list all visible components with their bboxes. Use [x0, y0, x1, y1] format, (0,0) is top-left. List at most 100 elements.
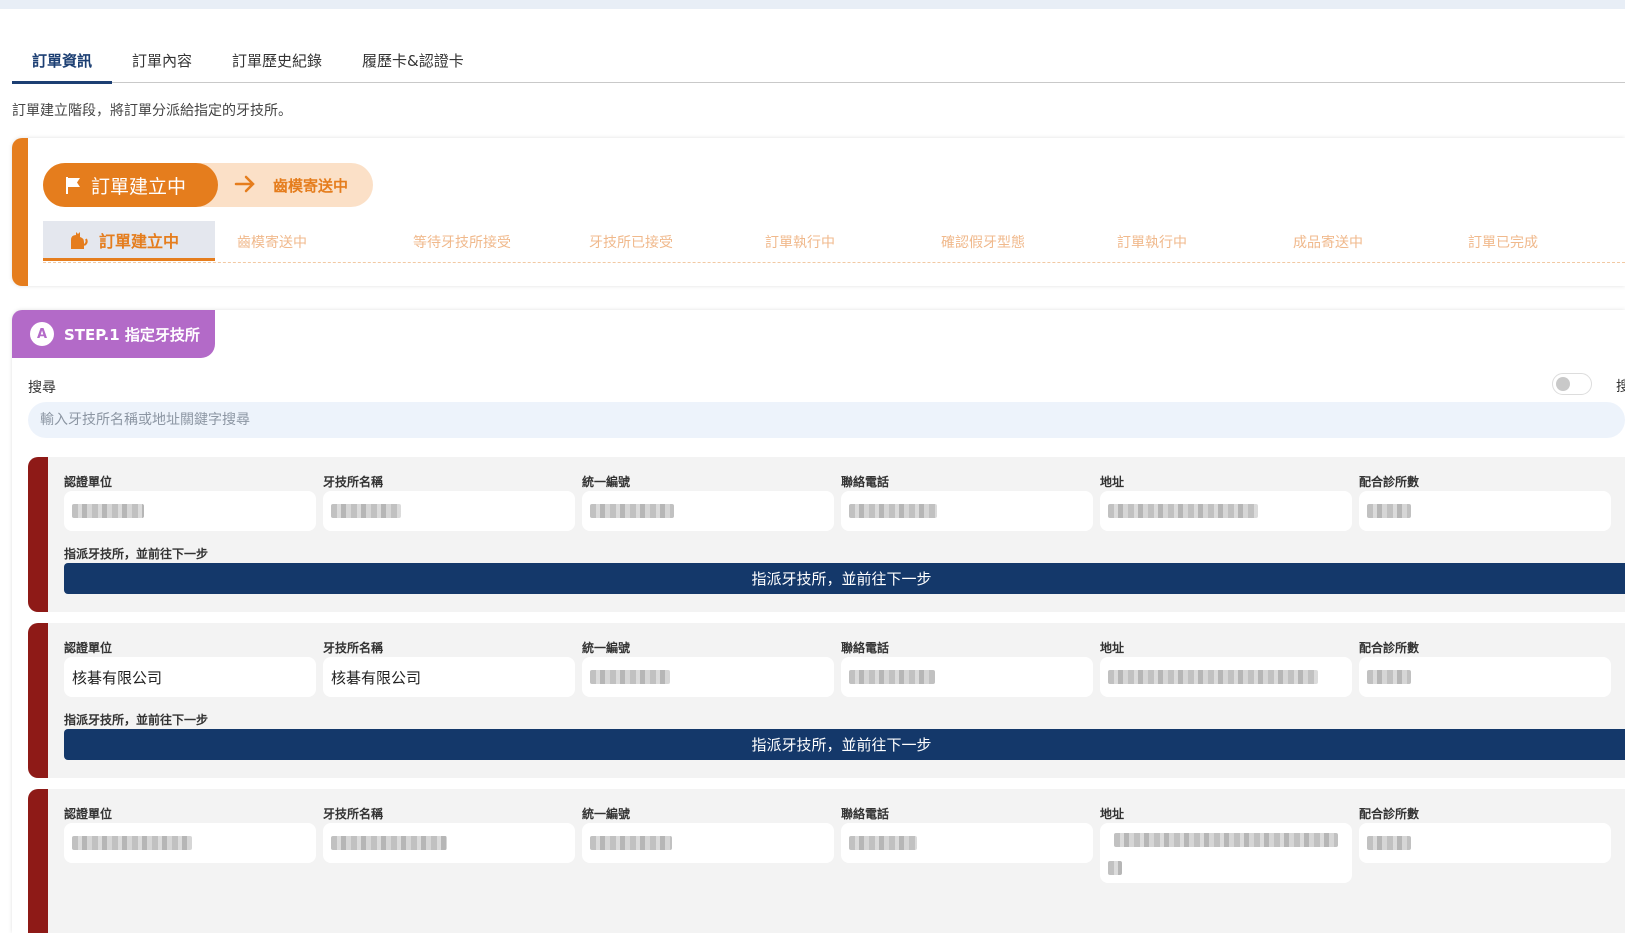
- field-label: 配合診所數: [1359, 475, 1420, 489]
- step-item: 牙技所已接受: [589, 235, 673, 251]
- lab-accent-bar: [28, 623, 48, 778]
- redacted-text: [1108, 670, 1318, 684]
- field-value: [1100, 823, 1352, 883]
- search-input[interactable]: [28, 402, 1625, 438]
- tax-id-field: 統一編號: [582, 473, 834, 531]
- flag-icon: [66, 177, 80, 194]
- step-item-active: 訂單建立中: [43, 221, 215, 261]
- assign-lab-button[interactable]: 指派牙技所，並前往下一步: [64, 563, 1625, 594]
- field-label: 認證單位: [64, 807, 113, 821]
- redacted-text: [331, 836, 447, 850]
- field-value: 核碁有限公司: [323, 657, 575, 697]
- tax-id-field: 統一編號: [582, 639, 834, 697]
- field-value: [582, 491, 834, 531]
- redacted-text: [590, 504, 674, 518]
- clinic-count-field: 配合診所數: [1359, 639, 1611, 697]
- search-label: 搜尋: [28, 380, 56, 396]
- tax-id-field: 統一編號: [582, 805, 834, 863]
- redacted-text: [1367, 670, 1411, 684]
- assign-lab-button[interactable]: 指派牙技所，並前往下一步: [64, 729, 1625, 760]
- field-label: 地址: [1100, 475, 1125, 489]
- tab-order-info[interactable]: 訂單資訊: [12, 38, 113, 84]
- current-status-label: 訂單建立中: [91, 175, 187, 198]
- assign-label: 指派牙技所，並前往下一步: [64, 547, 209, 561]
- redacted-text: [331, 504, 401, 518]
- lab-accent-bar: [28, 457, 48, 612]
- lab-card: 認證單位 牙技所名稱 統一編號 聯絡電話 地址 配合診所數 指派牙技所，並前往下…: [28, 457, 1625, 612]
- step1-badge: A STEP.1 指定牙技所: [12, 310, 215, 358]
- toggle-knob: [1556, 377, 1570, 391]
- address-field: 地址: [1100, 805, 1352, 883]
- field-label: 統一編號: [582, 641, 631, 655]
- field-value: [582, 657, 834, 697]
- redacted-text: [590, 670, 670, 684]
- field-label: 聯絡電話: [841, 641, 890, 655]
- lab-accent-bar: [28, 789, 48, 933]
- field-value: [841, 491, 1093, 531]
- redacted-text: [1108, 504, 1258, 518]
- phone-field: 聯絡電話: [841, 639, 1093, 697]
- redacted-text: [72, 504, 144, 518]
- step-label: 訂單建立中: [99, 231, 180, 251]
- field-label: 地址: [1100, 807, 1125, 821]
- tab-order-content[interactable]: 訂單內容: [112, 38, 212, 82]
- field-value: [1359, 823, 1611, 863]
- tab-record-cards[interactable]: 履歷卡&認證卡: [342, 38, 484, 82]
- step-item: 成品寄送中: [1293, 235, 1363, 251]
- field-value: [64, 823, 316, 863]
- stage-description: 訂單建立階段，將訂單分派給指定的牙技所。: [12, 103, 292, 119]
- field-value: [1359, 657, 1611, 697]
- field-value: [841, 823, 1093, 863]
- clinic-count-field: 配合診所數: [1359, 473, 1611, 531]
- step-item: 確認假牙型態: [941, 235, 1025, 251]
- lab-name-field: 牙技所名稱 核碁有限公司: [323, 639, 575, 697]
- cert-unit-field: 認證單位: [64, 473, 316, 531]
- assign-label: 指派牙技所，並前往下一步: [64, 713, 209, 727]
- step-item: 訂單執行中: [765, 235, 835, 251]
- top-bar: [0, 0, 1625, 9]
- toggle-label: 搜: [1616, 379, 1625, 395]
- address-field: 地址: [1100, 639, 1352, 697]
- status-accent-bar: [12, 138, 28, 286]
- field-label: 統一編號: [582, 475, 631, 489]
- step-item: 齒模寄送中: [237, 235, 307, 251]
- field-value: [64, 491, 316, 531]
- clinic-count-field: 配合診所數: [1359, 805, 1611, 863]
- order-tabs: 訂單資訊 訂單內容 訂單歷史紀錄 履歷卡&認證卡: [12, 38, 1625, 84]
- cert-unit-field: 認證單位 核碁有限公司: [64, 639, 316, 697]
- redacted-text: [849, 836, 917, 850]
- field-value: [323, 491, 575, 531]
- field-label: 配合診所數: [1359, 641, 1420, 655]
- search-toggle[interactable]: [1552, 373, 1592, 395]
- lab-name-field: 牙技所名稱: [323, 473, 575, 531]
- field-label: 牙技所名稱: [323, 807, 384, 821]
- field-value: [1100, 657, 1352, 697]
- field-label: 牙技所名稱: [323, 641, 384, 655]
- field-value: [323, 823, 575, 863]
- cat-icon: [71, 231, 88, 249]
- arrow-right-icon: [234, 175, 255, 193]
- field-label: 地址: [1100, 641, 1125, 655]
- redacted-text: [1367, 836, 1411, 850]
- next-status-label: 齒模寄送中: [273, 177, 349, 195]
- lab-card: 認證單位 牙技所名稱 統一編號 聯絡電話 地址 配合診所數: [28, 789, 1625, 933]
- step-item: 訂單已完成: [1468, 235, 1538, 251]
- step1-badge-label: STEP.1 指定牙技所: [64, 325, 200, 344]
- field-label: 認證單位: [64, 641, 113, 655]
- redacted-text: [72, 836, 192, 850]
- redacted-text: [849, 504, 937, 518]
- field-label: 聯絡電話: [841, 807, 890, 821]
- order-status-card: 訂單建立中 齒模寄送中 訂單建立中 齒模寄送中 等待牙技所接受 牙技所已接受 訂…: [12, 138, 1625, 286]
- redacted-text: [590, 836, 672, 850]
- cert-unit-field: 認證單位: [64, 805, 316, 863]
- field-value: [582, 823, 834, 863]
- redacted-text: [1114, 833, 1338, 847]
- field-value: [1359, 491, 1611, 531]
- redacted-text: [849, 670, 935, 684]
- tab-order-history[interactable]: 訂單歷史紀錄: [212, 38, 342, 82]
- phone-field: 聯絡電話: [841, 473, 1093, 531]
- redacted-text: [1367, 504, 1411, 518]
- redacted-text: [1108, 861, 1122, 875]
- field-label: 聯絡電話: [841, 475, 890, 489]
- field-value: 核碁有限公司: [64, 657, 316, 697]
